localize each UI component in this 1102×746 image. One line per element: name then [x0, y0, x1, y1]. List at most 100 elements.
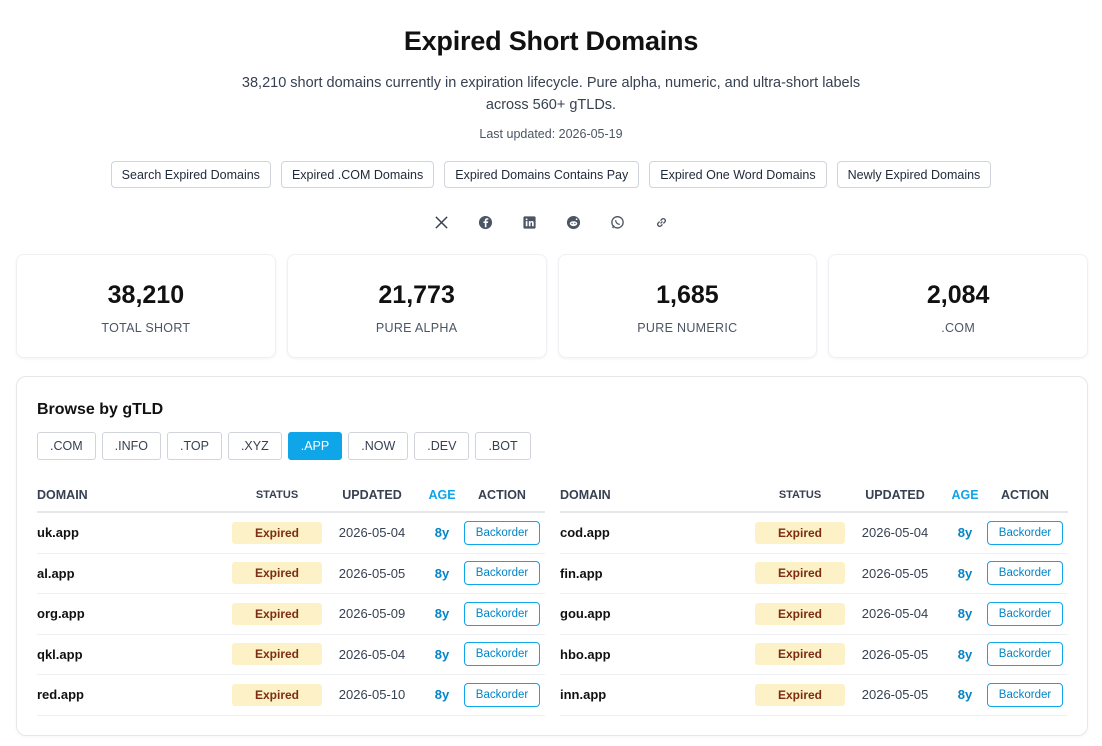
domain-name[interactable]: hbo.app: [560, 647, 755, 662]
link-expired-com[interactable]: Expired .COM Domains: [280, 161, 435, 188]
status-badge: Expired: [232, 602, 322, 625]
action-cell: Backorder: [462, 561, 542, 586]
link-icon[interactable]: [650, 212, 672, 232]
stat-label: PURE NUMERIC: [637, 321, 738, 335]
status-badge: Expired: [755, 683, 845, 706]
reddit-icon[interactable]: [562, 212, 584, 232]
domain-name[interactable]: gou.app: [560, 606, 755, 621]
backorder-button[interactable]: Backorder: [987, 601, 1063, 626]
status-badge: Expired: [755, 562, 845, 585]
col-action: ACTION: [1001, 488, 1049, 502]
backorder-button[interactable]: Backorder: [987, 642, 1063, 667]
action-cell: Backorder: [985, 561, 1065, 586]
status-badge: Expired: [755, 602, 845, 625]
updated-date: 2026-05-09: [338, 606, 406, 622]
tab-com[interactable]: .COM: [37, 432, 96, 460]
tld-tabs: .COM .INFO .TOP .XYZ .APP .NOW .DEV .BOT: [37, 432, 531, 460]
col-age[interactable]: AGE: [945, 488, 985, 502]
col-age[interactable]: AGE: [422, 488, 462, 502]
tab-bot[interactable]: .BOT: [475, 432, 531, 460]
backorder-button[interactable]: Backorder: [464, 601, 540, 626]
tab-info[interactable]: .INFO: [101, 432, 161, 460]
tab-now[interactable]: .NOW: [348, 432, 409, 460]
stat-value: 2,084: [926, 281, 990, 309]
col-domain[interactable]: DOMAIN: [560, 488, 755, 502]
action-cell: Backorder: [985, 642, 1065, 667]
domain-name[interactable]: cod.app: [560, 525, 755, 540]
action-cell: Backorder: [462, 642, 542, 667]
domain-name[interactable]: inn.app: [560, 687, 755, 702]
tab-app[interactable]: .APP: [287, 432, 343, 460]
facebook-icon[interactable]: [474, 212, 496, 232]
action-cell: Backorder: [462, 520, 542, 545]
status-cell: Expired: [232, 643, 322, 666]
link-search-expired[interactable]: Search Expired Domains: [110, 161, 271, 188]
domain-age: 8y: [434, 565, 450, 581]
domain-age: 8y: [957, 525, 973, 541]
x-icon[interactable]: [430, 212, 452, 232]
table-header: DOMAIN STATUS UPDATED AGE ACTION: [560, 479, 1068, 513]
backorder-button[interactable]: Backorder: [987, 682, 1063, 707]
table-row: qkl.app Expired 2026-05-04 8y Backorder: [37, 635, 545, 675]
status-cell: Expired: [755, 562, 845, 585]
link-newly-expired[interactable]: Newly Expired Domains: [836, 161, 992, 188]
stat-label: .COM: [941, 321, 976, 335]
status-cell: Expired: [232, 602, 322, 625]
table-row: al.app Expired 2026-05-05 8y Backorder: [37, 554, 545, 594]
tab-dev[interactable]: .DEV: [414, 432, 470, 460]
domain-age: 8y: [957, 565, 973, 581]
page-title: Expired Short Domains: [403, 26, 699, 56]
table-row: cod.app Expired 2026-05-04 8y Backorder: [560, 513, 1068, 554]
tab-xyz[interactable]: .XYZ: [227, 432, 282, 460]
domain-name[interactable]: red.app: [37, 687, 232, 702]
table-row: red.app Expired 2026-05-10 8y Backorder: [37, 675, 545, 716]
backorder-button[interactable]: Backorder: [464, 561, 540, 586]
browse-title: Browse by gTLD: [37, 401, 164, 418]
domain-age: 8y: [434, 606, 450, 622]
backorder-button[interactable]: Backorder: [987, 520, 1063, 545]
updated-date: 2026-05-04: [338, 525, 406, 541]
browse-panel: Browse by gTLD .COM .INFO .TOP .XYZ .APP…: [16, 376, 1088, 736]
domain-name[interactable]: qkl.app: [37, 647, 232, 662]
backorder-button[interactable]: Backorder: [987, 561, 1063, 586]
stat-card-pure-numeric: 1,685 PURE NUMERIC: [557, 254, 818, 358]
stats-row: 38,210 TOTAL SHORT 21,773 PURE ALPHA 1,6…: [16, 254, 1088, 358]
domain-age: 8y: [957, 646, 973, 662]
whatsapp-icon[interactable]: [606, 212, 628, 232]
domain-age: 8y: [434, 646, 450, 662]
domain-age: 8y: [434, 687, 450, 703]
status-badge: Expired: [232, 683, 322, 706]
col-updated[interactable]: UPDATED: [845, 488, 945, 502]
link-contains-pay[interactable]: Expired Domains Contains Pay: [444, 161, 640, 188]
status-cell: Expired: [755, 683, 845, 706]
backorder-button[interactable]: Backorder: [464, 520, 540, 545]
updated-date: 2026-05-05: [338, 565, 406, 581]
domain-name[interactable]: fin.app: [560, 566, 755, 581]
table-row: fin.app Expired 2026-05-05 8y Backorder: [560, 554, 1068, 594]
col-status[interactable]: STATUS: [755, 489, 845, 501]
page-subtitle: 38,210 short domains currently in expira…: [241, 75, 861, 113]
tab-top[interactable]: .TOP: [166, 432, 222, 460]
domains-table-left: DOMAIN STATUS UPDATED AGE ACTION uk.app E…: [37, 479, 545, 716]
stat-value: 1,685: [656, 281, 719, 309]
link-one-word[interactable]: Expired One Word Domains: [649, 161, 827, 188]
updated-date: 2026-05-10: [338, 687, 406, 703]
domain-name[interactable]: uk.app: [37, 525, 232, 540]
backorder-button[interactable]: Backorder: [464, 682, 540, 707]
action-cell: Backorder: [985, 601, 1065, 626]
col-domain[interactable]: DOMAIN: [37, 488, 232, 502]
status-cell: Expired: [232, 521, 322, 544]
stat-card-com: 2,084 .COM: [828, 254, 1088, 358]
table-row: inn.app Expired 2026-05-05 8y Backorder: [560, 675, 1068, 716]
action-cell: Backorder: [462, 601, 542, 626]
col-status[interactable]: STATUS: [232, 489, 322, 501]
stat-card-pure-alpha: 21,773 PURE ALPHA: [286, 254, 547, 358]
domain-name[interactable]: org.app: [37, 606, 232, 621]
domain-age: 8y: [957, 606, 973, 622]
stat-label: PURE ALPHA: [375, 321, 458, 335]
col-updated[interactable]: UPDATED: [322, 488, 422, 502]
backorder-button[interactable]: Backorder: [464, 642, 540, 667]
domain-age: 8y: [434, 525, 450, 541]
linkedin-icon[interactable]: [518, 212, 540, 232]
domain-name[interactable]: al.app: [37, 566, 232, 581]
